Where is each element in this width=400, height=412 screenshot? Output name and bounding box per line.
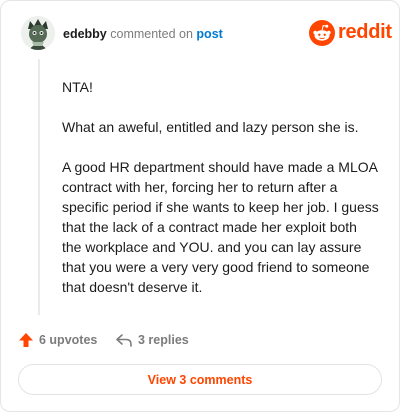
comment-header: edebby commented on post reddit [21,16,392,52]
comment-paragraph: NTA! [62,79,93,95]
reddit-wordmark: reddit [338,21,392,43]
byline-action: commented on [110,27,193,41]
view-comments-button[interactable]: View 3 comments [18,364,382,395]
replies-count: 3 replies [138,333,189,347]
username-link[interactable]: edebby [63,27,107,41]
reddit-snoo-icon [309,20,335,46]
byline: edebby commented on post [63,27,223,41]
avatar-icon [21,16,55,50]
upvote-button[interactable]: 6 upvotes [18,330,97,350]
comment-footer: 6 upvotes 3 replies [18,330,378,350]
comment-paragraph: A good HR department should have made a … [62,159,379,295]
comment-card: edebby commented on post reddit NTA! Wha… [0,0,400,412]
post-link[interactable]: post [196,27,222,41]
thread-line[interactable] [38,59,40,315]
comment-paragraph: What an aweful, entitled and lazy person… [62,119,359,135]
upvote-arrow-icon [19,333,33,347]
replies-button[interactable]: 3 replies [115,330,189,350]
reddit-brand[interactable]: reddit [309,20,392,46]
avatar[interactable] [21,16,55,50]
comment-body: NTA! What an aweful, entitled and lazy p… [62,77,380,317]
upvotes-count: 6 upvotes [39,333,98,347]
reply-arrow-icon [116,334,132,347]
